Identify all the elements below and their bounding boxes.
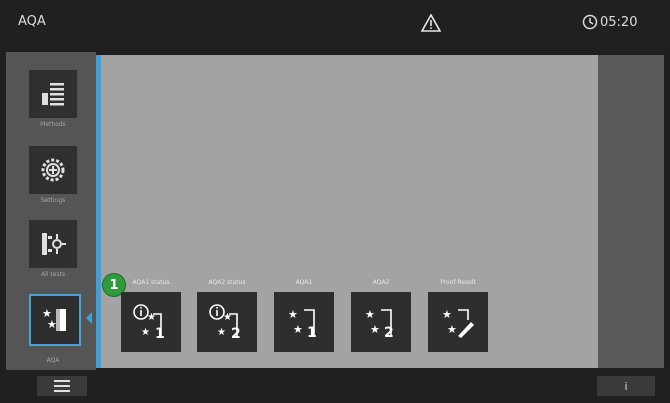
tile-label: Proof Resolt bbox=[440, 279, 476, 286]
sidebar-item-label: AQA bbox=[46, 357, 60, 364]
warning-icon[interactable] bbox=[421, 14, 441, 32]
tile-aqa2[interactable]: ★ ★ 2 bbox=[351, 292, 411, 352]
svg-text:★: ★ bbox=[288, 308, 298, 321]
settings-icon bbox=[41, 158, 65, 182]
all-tests-icon bbox=[42, 233, 66, 255]
sidebar-item-settings[interactable] bbox=[29, 146, 77, 194]
proof-result-icon: ★ ★ bbox=[442, 308, 474, 338]
methods-icon bbox=[42, 83, 64, 106]
sidebar: Methods Settings All tests ★ ★ AQA bbox=[6, 52, 96, 370]
svg-text:1: 1 bbox=[307, 325, 317, 341]
svg-text:★: ★ bbox=[365, 308, 375, 321]
tile-proof-result[interactable]: ★ ★ bbox=[428, 292, 488, 352]
menu-icon bbox=[54, 380, 70, 392]
aqa1-icon: ★ ★ 1 bbox=[288, 308, 317, 341]
tile-label: AQA2 bbox=[372, 279, 390, 286]
menu-button[interactable] bbox=[37, 376, 87, 396]
svg-text:2: 2 bbox=[384, 325, 394, 341]
svg-text:★: ★ bbox=[442, 308, 452, 321]
svg-text:★: ★ bbox=[217, 327, 226, 338]
svg-text:1: 1 bbox=[155, 326, 165, 342]
sidebar-item-label: All tests bbox=[41, 271, 65, 278]
tile-aqa1-status[interactable]: ★ ★ 1 bbox=[121, 292, 181, 352]
aqa2-status-icon: ★ ★ 2 bbox=[209, 304, 241, 342]
aqa-icon: ★ ★ bbox=[42, 307, 66, 331]
sidebar-item-label: Methods bbox=[40, 121, 66, 128]
sidebar-item-label: Settings bbox=[40, 197, 66, 204]
sidebar-item-methods[interactable] bbox=[29, 70, 77, 118]
tile-label: AQA2 status bbox=[208, 279, 246, 286]
active-indicator bbox=[86, 312, 92, 324]
top-bar: AQA 05:20 bbox=[0, 0, 670, 46]
tile-aqa1[interactable]: ★ ★ 1 bbox=[274, 292, 334, 352]
app-title: AQA bbox=[18, 14, 46, 29]
svg-text:★: ★ bbox=[293, 323, 303, 336]
bottom-bar bbox=[0, 370, 670, 403]
svg-text:★: ★ bbox=[370, 323, 380, 336]
svg-text:★: ★ bbox=[47, 318, 57, 331]
clock-time: 05:20 bbox=[600, 15, 638, 30]
sidebar-item-all-tests[interactable] bbox=[29, 220, 77, 268]
tile-aqa2-status[interactable]: ★ ★ 2 bbox=[197, 292, 257, 352]
clock-icon bbox=[582, 14, 598, 30]
tile-label: AQA1 bbox=[295, 279, 313, 286]
right-panel bbox=[598, 55, 664, 368]
svg-text:★: ★ bbox=[141, 327, 150, 338]
aqa2-icon: ★ ★ 2 bbox=[365, 308, 394, 341]
tile-label: AQA1 status bbox=[132, 279, 170, 286]
svg-text:2: 2 bbox=[231, 326, 241, 342]
svg-text:★: ★ bbox=[447, 323, 457, 336]
info-button[interactable]: i bbox=[597, 376, 655, 396]
aqa1-status-icon: ★ ★ 1 bbox=[133, 304, 165, 342]
sidebar-item-aqa[interactable]: ★ ★ bbox=[29, 294, 81, 346]
